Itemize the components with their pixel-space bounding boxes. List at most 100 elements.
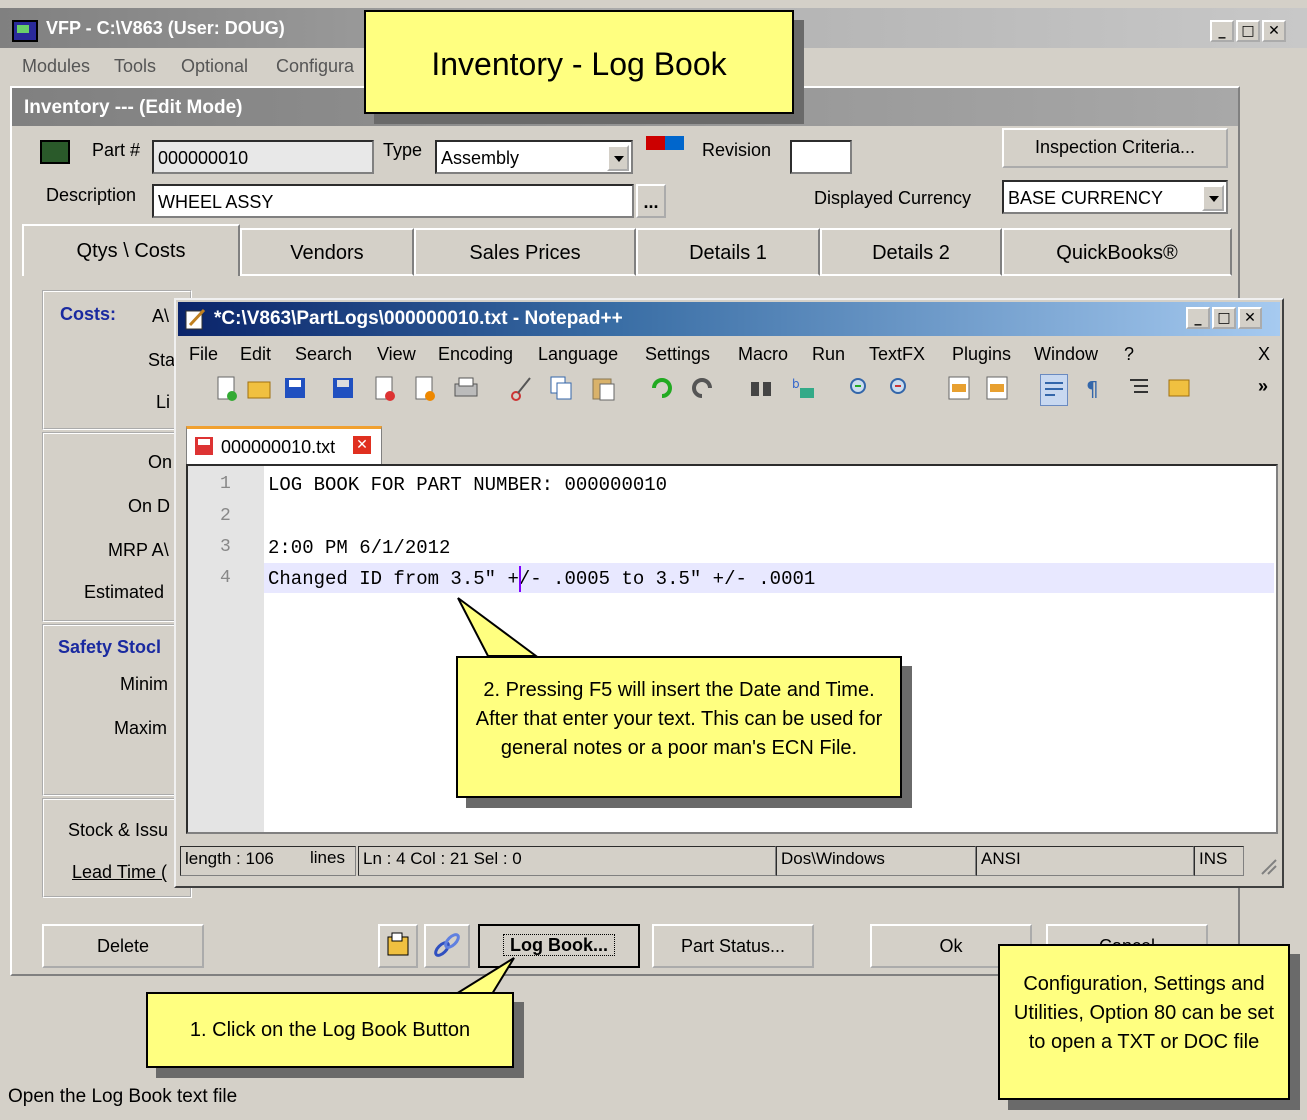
file-tab[interactable]: 000000010.txt ✕ (186, 426, 382, 464)
close-file-icon[interactable] (372, 374, 398, 404)
zoom-out-icon[interactable] (886, 374, 912, 404)
code-line: Changed ID from 3.5" +/- .0005 to 3.5" +… (268, 568, 816, 590)
status-mode: INS (1194, 846, 1244, 876)
npp-menu-window[interactable]: Window (1034, 344, 1098, 365)
svg-text:¶: ¶ (1086, 377, 1099, 401)
file-tab-label: 000000010.txt (221, 437, 336, 457)
on-demand-label: On D (128, 496, 171, 516)
chevron-down-icon[interactable] (1202, 185, 1224, 211)
save-icon[interactable] (282, 374, 308, 404)
minimize-button[interactable]: _ (1210, 20, 1234, 42)
app-status-bar: Open the Log Book text file (0, 1080, 1307, 1120)
notepad-icon (185, 308, 206, 330)
window-controls: _ □ ✕ (1210, 20, 1286, 42)
pilcrow-icon[interactable]: ¶ (1082, 374, 1108, 404)
log-book-label: Log Book... (503, 934, 615, 956)
save-all-icon[interactable] (330, 374, 356, 404)
line-number: 3 (220, 537, 231, 557)
last-label: Li (156, 392, 171, 412)
code-line: LOG BOOK FOR PART NUMBER: 000000010 (268, 474, 668, 496)
notepad-title: *C:\V863\PartLogs\000000010.txt - Notepa… (214, 308, 623, 329)
tab-details-2[interactable]: Details 2 (820, 228, 1002, 276)
tab-quickbooks[interactable]: QuickBooks® (1002, 228, 1232, 276)
status-lines: lines (310, 848, 345, 867)
cut-icon[interactable] (508, 374, 534, 404)
close-tab-icon[interactable]: ✕ (353, 436, 371, 454)
save-icon (195, 437, 213, 455)
inventory-title: Inventory --- (Edit Mode) (24, 97, 243, 118)
npp-menu-textfx[interactable]: TextFX (869, 344, 925, 365)
currency-dropdown[interactable]: BASE CURRENCY (1002, 180, 1228, 214)
maximum-label: Maxim (114, 718, 167, 738)
application-icon (12, 20, 38, 42)
zoom-in-icon[interactable] (846, 374, 872, 404)
code-line: 2:00 PM 6/1/2012 (268, 537, 451, 559)
tab-details-1[interactable]: Details 1 (636, 228, 820, 276)
menu-tools[interactable]: Tools (114, 56, 156, 77)
paste-icon[interactable] (590, 374, 616, 404)
tab-sales-prices[interactable]: Sales Prices (414, 228, 636, 276)
part-number-field[interactable]: 000000010 (152, 140, 374, 174)
description-field[interactable]: WHEEL ASSY (152, 184, 634, 218)
notepad-maximize-button[interactable]: □ (1212, 307, 1236, 329)
close-all-icon[interactable] (412, 374, 438, 404)
folder-icon[interactable] (378, 924, 418, 968)
npp-menu-language[interactable]: Language (538, 344, 618, 365)
status-position: Ln : 4 Col : 21 Sel : 0 (358, 846, 776, 876)
copy-icon[interactable] (548, 374, 574, 404)
wrap-icon[interactable] (1040, 374, 1068, 406)
part-label: Part # (92, 140, 141, 160)
status-encoding: ANSI (976, 846, 1194, 876)
description-label: Description (46, 185, 137, 205)
npp-menu-file[interactable]: File (189, 344, 218, 365)
text-cursor (519, 566, 521, 592)
npp-menu-view[interactable]: View (377, 344, 416, 365)
npp-menu-run[interactable]: Run (812, 344, 845, 365)
description-ellipsis-button[interactable]: ... (636, 184, 666, 218)
config-callout: Configuration, Settings and Utilities, O… (998, 944, 1290, 1100)
part-status-button[interactable]: Part Status... (652, 924, 814, 968)
npp-menu-plugins[interactable]: Plugins (952, 344, 1011, 365)
redo-icon[interactable] (690, 374, 716, 404)
close-button[interactable]: ✕ (1262, 20, 1286, 42)
svg-text:b: b (792, 377, 800, 391)
delete-button[interactable]: Delete (42, 924, 204, 968)
tab-vendors[interactable]: Vendors (240, 228, 414, 276)
toolbar-overflow-icon[interactable]: » (1258, 376, 1268, 397)
user-language-icon[interactable] (1166, 374, 1192, 404)
status-message: Open the Log Book text file (8, 1086, 238, 1107)
indent-guide-icon[interactable] (1126, 374, 1152, 404)
print-icon[interactable] (452, 374, 478, 404)
npp-menu-edit[interactable]: Edit (240, 344, 271, 365)
npp-menu-encoding[interactable]: Encoding (438, 344, 513, 365)
npp-menu-close[interactable]: X (1258, 344, 1270, 365)
find-icon[interactable] (748, 374, 774, 404)
type-value: Assembly (441, 148, 520, 168)
stock-issue-group (42, 798, 192, 898)
npp-menu-search[interactable]: Search (295, 344, 352, 365)
revision-field[interactable] (790, 140, 852, 174)
menu-modules[interactable]: Modules (22, 56, 90, 77)
costs-avg-label: A\ (152, 306, 170, 326)
costs-label: Costs: (60, 304, 117, 324)
inspection-criteria-button[interactable]: Inspection Criteria... (1002, 128, 1228, 168)
notepad-minimize-button[interactable]: _ (1186, 307, 1210, 329)
maximize-button[interactable]: □ (1236, 20, 1260, 42)
new-file-icon[interactable] (214, 374, 240, 404)
type-dropdown[interactable]: Assembly (435, 140, 633, 174)
tab-qtys-costs[interactable]: Qtys \ Costs (22, 224, 240, 276)
menu-optional[interactable]: Optional (181, 56, 248, 77)
resize-grip-icon[interactable] (1258, 856, 1278, 876)
npp-menu-help[interactable]: ? (1124, 344, 1134, 365)
sync-vertical-icon[interactable] (946, 374, 972, 404)
npp-menu-settings[interactable]: Settings (645, 344, 710, 365)
notepad-title-bar: *C:\V863\PartLogs\000000010.txt - Notepa… (178, 302, 1280, 336)
replace-icon[interactable]: b (790, 374, 816, 404)
npp-menu-macro[interactable]: Macro (738, 344, 788, 365)
chevron-down-icon[interactable] (607, 145, 629, 171)
sync-horizontal-icon[interactable] (984, 374, 1010, 404)
undo-icon[interactable] (648, 374, 674, 404)
notepad-close-button[interactable]: ✕ (1238, 307, 1262, 329)
menu-configuration[interactable]: Configura (276, 56, 354, 77)
open-icon[interactable] (246, 374, 272, 404)
